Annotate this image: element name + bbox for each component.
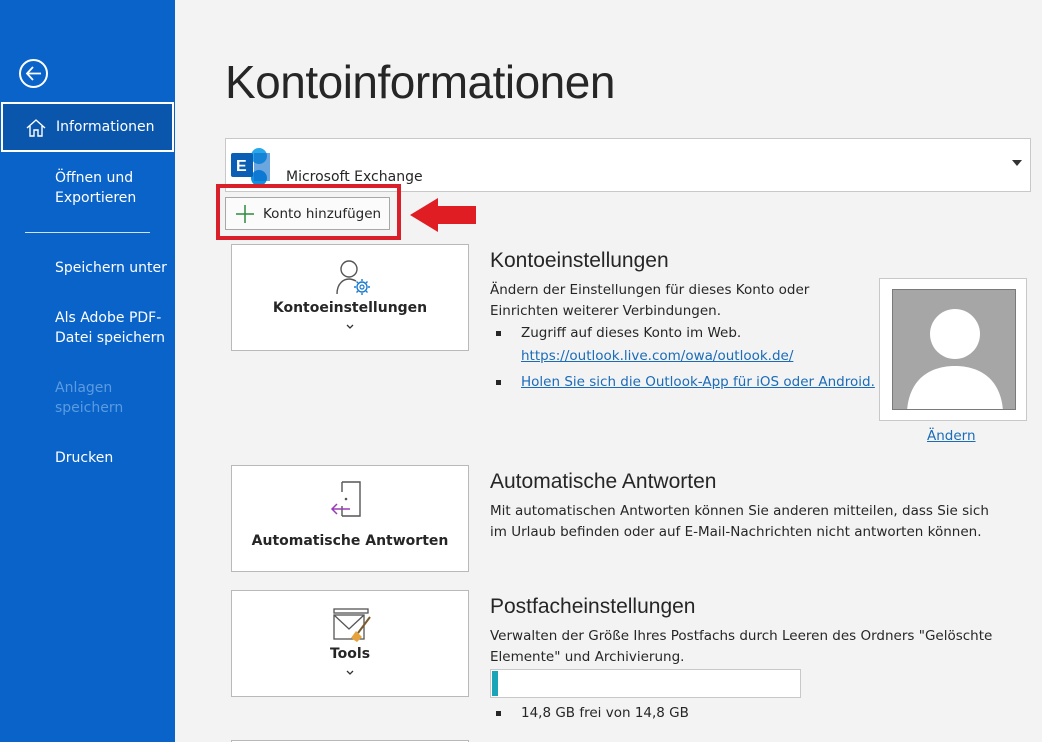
storage-text: 14,8 GB frei von 14,8 GB: [521, 705, 689, 721]
tools-tile[interactable]: Tools: [231, 590, 469, 697]
back-button[interactable]: [19, 59, 48, 88]
bullet: [496, 331, 501, 336]
dropdown-caret-icon[interactable]: [1012, 160, 1022, 166]
auto-reply-icon: [330, 481, 361, 517]
tile-label: Tools: [329, 646, 371, 662]
account-name: Microsoft Exchange: [286, 169, 423, 185]
chevron-down-icon: [346, 670, 354, 675]
change-photo-link[interactable]: Ändern: [927, 428, 976, 444]
sidebar: Informationen Öffnen und Exportieren Spe…: [0, 0, 175, 742]
sidebar-item-adobe-pdf[interactable]: Als Adobe PDF-Datei speichern: [55, 308, 170, 348]
account-settings-title: Kontoeinstellungen: [490, 249, 669, 272]
red-arrow-icon: [410, 198, 476, 232]
svg-text:E: E: [236, 158, 247, 175]
web-access-link[interactable]: https://outlook.live.com/owa/outlook.de/: [521, 348, 793, 364]
back-arrow-icon: [25, 66, 41, 81]
bullet: [496, 711, 501, 716]
add-account-label: Konto hinzufügen: [263, 206, 382, 222]
auto-reply-tile[interactable]: Automatische Antworten: [231, 465, 469, 572]
outlook-app-link[interactable]: Holen Sie sich die Outlook-App für iOS o…: [521, 374, 875, 390]
sidebar-item-informationen[interactable]: Informationen: [1, 102, 174, 152]
chevron-down-icon: [346, 324, 354, 329]
sidebar-item-drucken[interactable]: Drucken: [55, 448, 170, 468]
auto-reply-description: Mit automatischen Antworten können Sie a…: [490, 503, 989, 540]
profile-photo-frame: [879, 278, 1027, 421]
page-title: Kontoinformationen: [225, 56, 615, 108]
home-icon: [26, 119, 46, 137]
auto-reply-title: Automatische Antworten: [490, 470, 717, 493]
account-settings-tile[interactable]: Kontoeinstellungen: [231, 244, 469, 351]
account-settings-description: Ändern der Einstellungen für dieses Kont…: [490, 282, 810, 319]
tile-label: Kontoeinstellungen: [272, 300, 428, 316]
mailbox-usage-bar: [490, 669, 801, 698]
sidebar-item-anlagen-speichern: Anlagen speichern: [55, 380, 124, 416]
bullet: [496, 380, 501, 385]
sidebar-item-speichern-unter[interactable]: Speichern unter: [55, 258, 170, 278]
tile-label: Automatische Antworten: [251, 533, 449, 549]
mailbox-usage-fill: [492, 671, 498, 696]
add-account-button[interactable]: Konto hinzufügen: [225, 197, 390, 230]
web-access-text: Zugriff auf dieses Konto im Web.: [521, 325, 742, 341]
account-settings-icon: [336, 260, 370, 295]
user-silhouette-icon: [907, 309, 1003, 409]
exchange-icon: E: [231, 148, 270, 186]
sidebar-item-label: Informationen: [56, 119, 155, 135]
sidebar-divider: [25, 232, 150, 233]
plus-icon: [236, 205, 254, 223]
mailbox-settings-description: Verwalten der Größe Ihres Postfachs durc…: [490, 628, 993, 665]
mailbox-cleanup-icon: [333, 608, 371, 642]
mailbox-settings-title: Postfacheinstellungen: [490, 595, 696, 618]
sidebar-item-oeffnen-exportieren[interactable]: Öffnen und Exportieren: [55, 168, 170, 208]
avatar: [892, 289, 1016, 410]
